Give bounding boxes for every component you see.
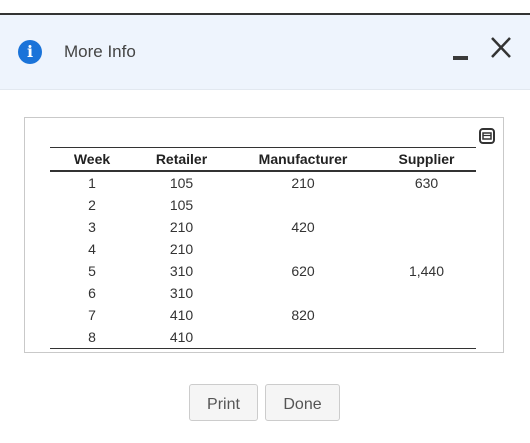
cell-retailer: 210 [169,219,194,235]
cell-week: 8 [88,329,96,345]
table-row: 7 410 820 [50,304,476,326]
cell-manufacturer: 420 [291,219,315,235]
cell-manufacturer [229,194,377,216]
cell-week: 7 [88,307,96,323]
table-header-row: Week Retailer Manufacturer Supplier [50,147,476,171]
column-header-week: Week [73,151,111,167]
column-header-supplier: Supplier [398,151,455,167]
column-header-manufacturer: Manufacturer [258,151,348,167]
dialog-title: More Info [64,42,136,61]
cell-week: 5 [88,263,96,279]
cell-retailer: 410 [169,329,194,345]
cell-retailer: 105 [169,175,194,191]
table-row: 5 310 620 1,440 [50,260,476,282]
cell-week: 2 [88,197,96,213]
expand-button[interactable] [479,128,495,144]
minimize-button[interactable] [449,37,471,63]
cell-retailer: 210 [169,241,194,257]
cell-supplier [377,216,476,238]
cell-retailer: 310 [169,263,194,279]
cell-supplier [377,194,476,216]
data-table: Week Retailer Manufacturer Supplier 1 10… [50,147,476,349]
dialog-header: i More Info [0,15,530,90]
cell-week: 1 [88,175,96,191]
cell-supplier [377,238,476,260]
table-row: 3 210 420 [50,216,476,238]
cell-supplier: 1,440 [408,263,445,279]
table-row: 4 210 [50,238,476,260]
table-row: 8 410 [50,326,476,349]
cell-retailer: 105 [169,197,194,213]
cell-week: 4 [88,241,96,257]
cell-manufacturer: 820 [291,307,315,323]
cell-manufacturer [229,238,377,260]
cell-supplier [377,304,476,326]
cell-week: 6 [88,285,96,301]
cell-supplier [377,326,476,349]
cell-retailer: 410 [169,307,194,323]
close-button[interactable] [486,33,516,63]
cell-manufacturer [229,282,377,304]
done-button[interactable]: Done [265,384,340,421]
cell-manufacturer [229,326,377,349]
cell-week: 3 [88,219,96,235]
cell-supplier: 630 [414,175,439,191]
table-row: 1 105 210 630 [50,171,476,194]
expand-icon [479,128,495,144]
info-icon: i [18,40,42,64]
cell-supplier [377,282,476,304]
cell-manufacturer: 620 [291,263,315,279]
cell-manufacturer: 210 [291,175,315,191]
cell-retailer: 310 [169,285,194,301]
column-header-retailer: Retailer [155,151,208,167]
minimize-icon [453,56,468,60]
print-button[interactable]: Print [189,384,258,421]
table-row: 2 105 [50,194,476,216]
table-row: 6 310 [50,282,476,304]
close-icon [491,37,511,58]
